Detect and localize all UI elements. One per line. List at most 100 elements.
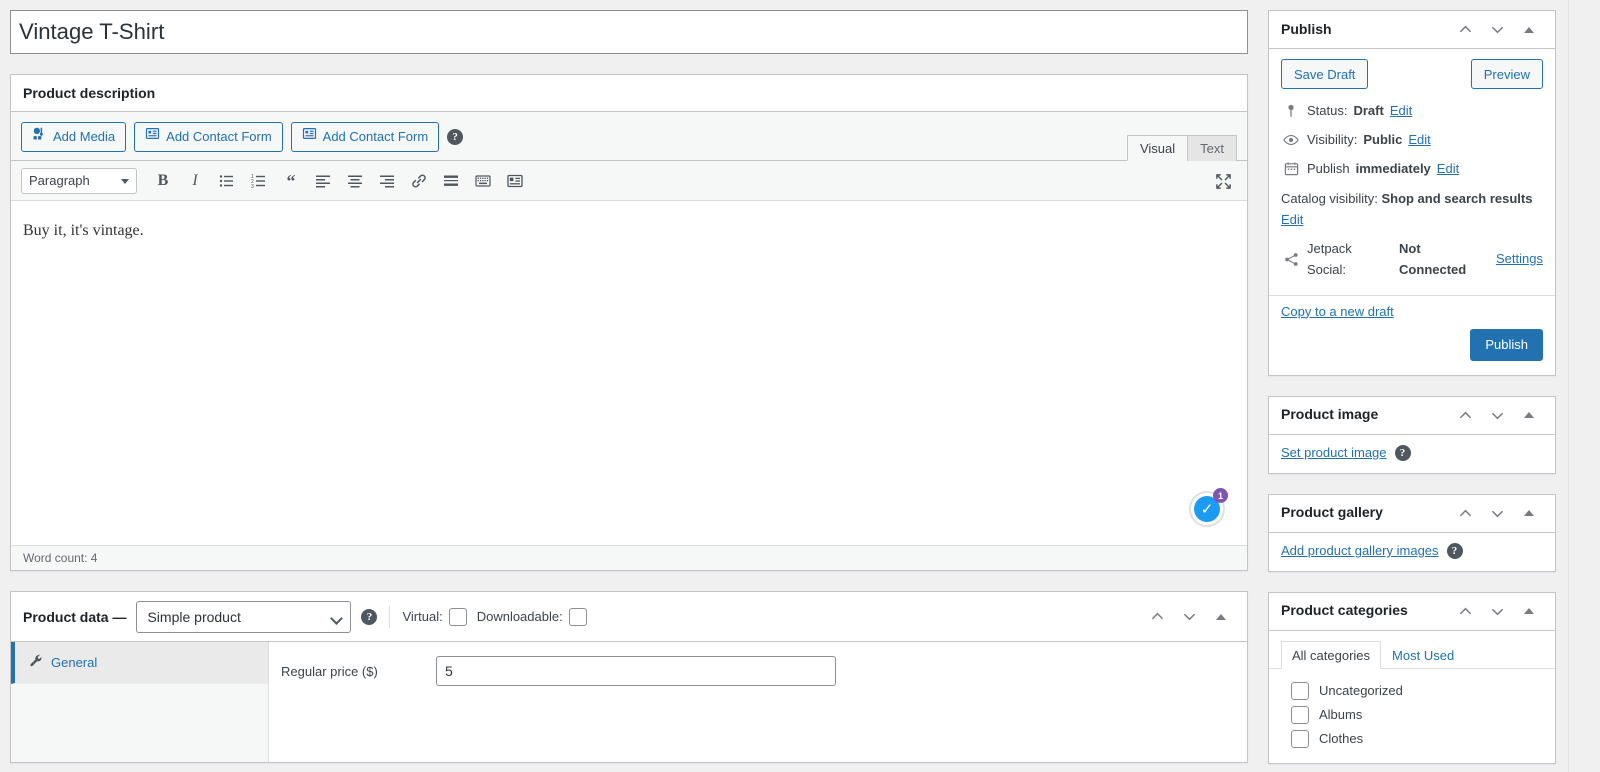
catalog-visibility-edit-link[interactable]: Edit: [1281, 212, 1303, 227]
insert-link-icon[interactable]: [405, 168, 433, 194]
publish-handle-actions: [1451, 16, 1543, 44]
page-scrollbar[interactable]: [1568, 0, 1600, 772]
toggle-panel-button[interactable]: [1515, 16, 1543, 44]
tab-text[interactable]: Text: [1187, 135, 1237, 161]
move-down-button[interactable]: [1483, 597, 1511, 625]
product-type-select-wrapper: Simple product: [136, 600, 352, 633]
add-product-gallery-images-link[interactable]: Add product gallery images: [1281, 543, 1439, 558]
move-down-button[interactable]: [1175, 603, 1203, 631]
add-contact-form-button-1[interactable]: Add Contact Form: [134, 122, 283, 152]
word-count-status: Word count: 4: [11, 546, 1247, 570]
product-data-handle-actions: [1143, 603, 1235, 631]
preview-button[interactable]: Preview: [1470, 59, 1543, 89]
help-icon[interactable]: ?: [361, 608, 378, 625]
add-media-button[interactable]: Add Media: [21, 122, 127, 152]
jetpack-social-value: Not Connected: [1399, 240, 1467, 277]
category-item-clothes[interactable]: Clothes: [1281, 727, 1543, 751]
publish-minor-actions: Save Draft Preview: [1281, 59, 1543, 97]
add-media-icon: [32, 123, 47, 151]
help-icon[interactable]: ?: [1394, 444, 1411, 461]
insert-more-icon[interactable]: [437, 168, 465, 194]
badge-count: 1: [1213, 488, 1228, 503]
read-more-icon[interactable]: [501, 168, 529, 194]
fullscreen-icon[interactable]: [1209, 168, 1237, 194]
divider: [389, 605, 391, 628]
product-type-select[interactable]: Simple product: [136, 600, 352, 633]
publish-panel-header: Publish: [1269, 11, 1555, 49]
product-gallery-panel-body: Add product gallery images ?: [1269, 533, 1555, 571]
category-label: Uncategorized: [1319, 683, 1403, 699]
move-up-button[interactable]: [1451, 499, 1479, 527]
toggle-panel-button[interactable]: [1207, 603, 1235, 631]
downloadable-checkbox-row[interactable]: Downloadable:: [476, 607, 587, 626]
align-center-icon[interactable]: [341, 168, 369, 194]
visibility-edit-link[interactable]: Edit: [1408, 130, 1430, 151]
virtual-checkbox-row[interactable]: Virtual:: [402, 607, 467, 626]
toggle-panel-button[interactable]: [1515, 499, 1543, 527]
align-right-icon[interactable]: [373, 168, 401, 194]
product-data-body: General Regular price ($): [11, 642, 1247, 762]
share-icon: [1281, 252, 1301, 267]
product-title-input[interactable]: [10, 10, 1248, 54]
move-up-button[interactable]: [1143, 603, 1171, 631]
set-product-image-link[interactable]: Set product image: [1281, 445, 1387, 460]
regular-price-input[interactable]: [436, 656, 836, 686]
pd-tab-general-label: General: [51, 655, 98, 670]
jetpack-social-settings-link[interactable]: Settings: [1496, 249, 1543, 270]
product-data-header: Product data — Simple product ? Virtual:…: [11, 592, 1247, 642]
downloadable-checkbox[interactable]: [568, 607, 587, 626]
downloadable-label: Downloadable:: [476, 609, 563, 624]
copy-draft-row: Copy to a new draft: [1281, 296, 1543, 319]
tab-most-used[interactable]: Most Used: [1381, 641, 1465, 669]
help-icon[interactable]: ?: [447, 129, 464, 145]
publish-button[interactable]: Publish: [1470, 328, 1543, 361]
save-draft-button[interactable]: Save Draft: [1281, 59, 1369, 89]
category-checkbox[interactable]: [1291, 729, 1309, 748]
product-gallery-panel-header: Product gallery: [1269, 495, 1555, 533]
pd-tab-general[interactable]: General: [11, 642, 268, 684]
paragraph-format-select[interactable]: Paragraph: [21, 167, 137, 194]
category-item-albums[interactable]: Albums: [1281, 703, 1543, 727]
copy-to-new-draft-link[interactable]: Copy to a new draft: [1281, 304, 1394, 319]
editor-content-area[interactable]: Buy it, it's vintage. ✓ 1: [11, 201, 1247, 546]
svg-text:3: 3: [251, 184, 254, 189]
publish-date-edit-link[interactable]: Edit: [1437, 159, 1459, 180]
virtual-checkbox[interactable]: [448, 607, 467, 626]
virtual-label: Virtual:: [402, 609, 443, 624]
toggle-panel-button[interactable]: [1515, 597, 1543, 625]
product-image-panel-body: Set product image ?: [1269, 435, 1555, 473]
move-up-button[interactable]: [1451, 401, 1479, 429]
move-up-button[interactable]: [1451, 16, 1479, 44]
move-up-button[interactable]: [1451, 597, 1479, 625]
bold-icon[interactable]: B: [149, 168, 177, 194]
move-down-button[interactable]: [1483, 499, 1511, 527]
italic-icon[interactable]: I: [181, 168, 209, 194]
category-checkbox[interactable]: [1291, 681, 1309, 700]
category-checkbox[interactable]: [1291, 705, 1309, 724]
editor-paragraph: Buy it, it's vintage.: [23, 222, 144, 239]
jetpack-social-label: Jetpack Social:: [1307, 240, 1352, 277]
category-item-uncategorized[interactable]: Uncategorized: [1281, 679, 1543, 703]
wordpress-product-editor: Product description: [0, 0, 1600, 772]
toolbar-toggle-icon[interactable]: [469, 168, 497, 194]
product-data-title: Product data —: [23, 608, 127, 625]
jetpack-status-badge[interactable]: ✓ 1: [1189, 488, 1228, 527]
tab-all-categories[interactable]: All categories: [1281, 640, 1382, 669]
add-gallery-images-row: Add product gallery images ?: [1281, 542, 1543, 559]
product-gallery-panel: Product gallery Add product gallery imag…: [1268, 493, 1556, 572]
move-down-button[interactable]: [1483, 401, 1511, 429]
add-contact-form-button-2[interactable]: Add Contact Form: [290, 122, 440, 152]
help-icon[interactable]: ?: [1446, 542, 1463, 559]
blockquote-icon[interactable]: “: [277, 168, 305, 194]
numbered-list-icon[interactable]: 1 2 3: [245, 168, 273, 194]
product-image-panel-header: Product image: [1269, 397, 1555, 435]
tab-visual[interactable]: Visual: [1126, 135, 1189, 161]
catalog-visibility-row: Catalog visibility: Shop and search resu…: [1281, 183, 1543, 235]
editor-media-buttons: Add Media Add Contact Form Add Contact F…: [11, 112, 1247, 161]
visibility-label: Visibility:: [1307, 131, 1358, 147]
status-edit-link[interactable]: Edit: [1390, 101, 1412, 122]
toggle-panel-button[interactable]: [1515, 401, 1543, 429]
align-left-icon[interactable]: [309, 168, 337, 194]
move-down-button[interactable]: [1483, 16, 1511, 44]
bulleted-list-icon[interactable]: [213, 168, 241, 194]
